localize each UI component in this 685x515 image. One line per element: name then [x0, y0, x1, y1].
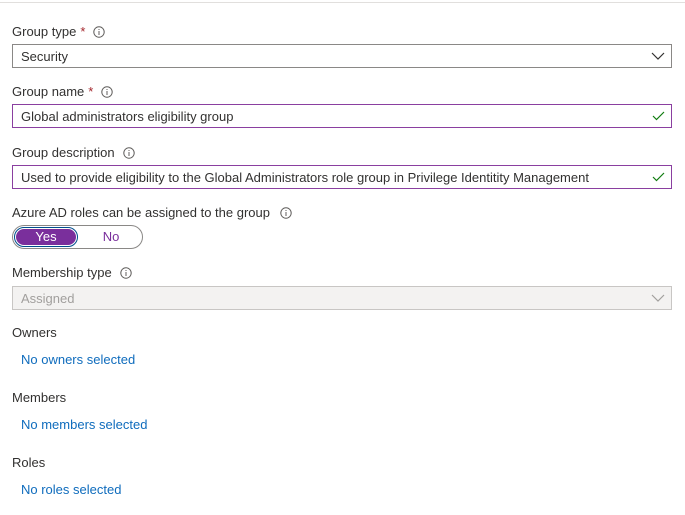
roles-link[interactable]: No roles selected: [21, 481, 121, 499]
owners-label: Owners: [12, 325, 57, 340]
toggle-yes-option[interactable]: Yes: [14, 227, 78, 247]
group-name-input[interactable]: Global administrators eligibility group: [12, 104, 672, 128]
info-icon[interactable]: [93, 26, 106, 38]
top-divider: [0, 2, 685, 3]
group-description-input[interactable]: Used to provide eligibility to the Globa…: [12, 165, 672, 189]
info-icon[interactable]: [120, 267, 132, 279]
group-type-dropdown[interactable]: Security: [12, 44, 672, 68]
group-type-value: Security: [21, 48, 68, 64]
toggle-no-option[interactable]: No: [85, 229, 137, 245]
info-icon[interactable]: [280, 207, 292, 219]
info-icon[interactable]: [101, 86, 114, 98]
members-label: Members: [12, 390, 67, 405]
checkmark-icon: [645, 166, 671, 188]
membership-type-dropdown: Assigned: [12, 286, 672, 310]
required-asterisk: *: [88, 84, 94, 99]
required-asterisk: *: [80, 24, 86, 39]
group-type-label: Group type *: [12, 23, 106, 41]
role-assignable-toggle[interactable]: Yes No: [12, 225, 143, 249]
info-icon[interactable]: [122, 147, 135, 159]
chevron-down-icon: [645, 287, 671, 309]
membership-type-value: Assigned: [21, 290, 75, 306]
group-name-value: Global administrators eligibility group: [21, 108, 234, 124]
membership-type-label: Membership type: [12, 264, 132, 282]
group-name-label: Group name *: [12, 83, 114, 101]
owners-link[interactable]: No owners selected: [21, 351, 135, 369]
chevron-down-icon: [645, 45, 671, 67]
group-description-value: Used to provide eligibility to the Globa…: [21, 169, 589, 185]
group-description-label: Group description: [12, 144, 135, 162]
role-assignable-label: Azure AD roles can be assigned to the gr…: [12, 204, 292, 222]
members-link[interactable]: No members selected: [21, 416, 147, 434]
checkmark-icon: [645, 105, 671, 127]
roles-label: Roles: [12, 455, 46, 470]
